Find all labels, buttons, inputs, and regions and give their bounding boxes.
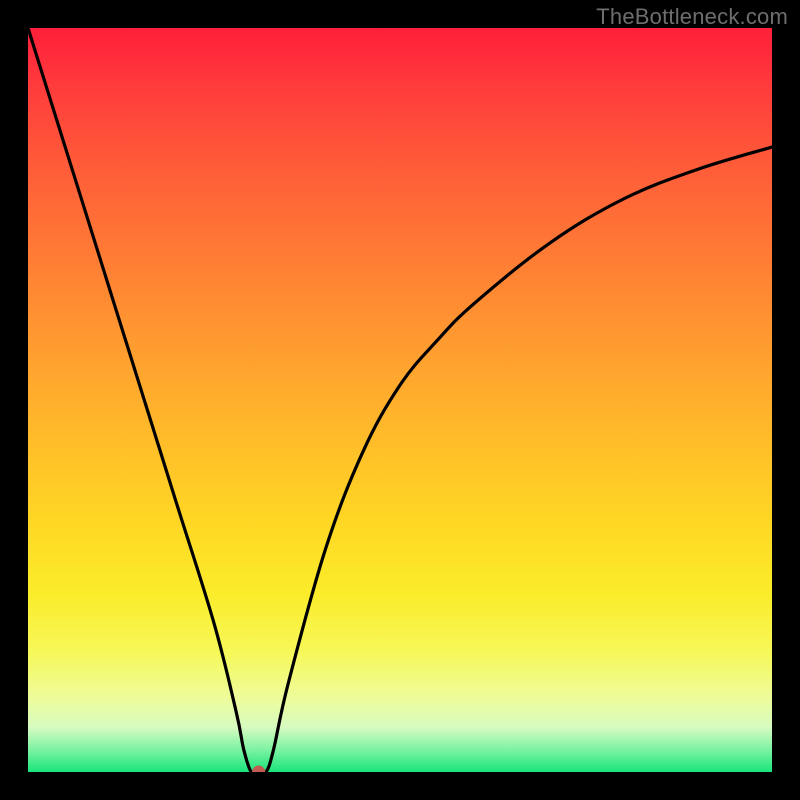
chart-svg	[28, 28, 772, 772]
optimum-marker	[252, 766, 265, 773]
plot-area	[28, 28, 772, 772]
bottleneck-curve	[28, 28, 772, 772]
watermark-text: TheBottleneck.com	[596, 4, 788, 30]
chart-frame: TheBottleneck.com	[0, 0, 800, 800]
